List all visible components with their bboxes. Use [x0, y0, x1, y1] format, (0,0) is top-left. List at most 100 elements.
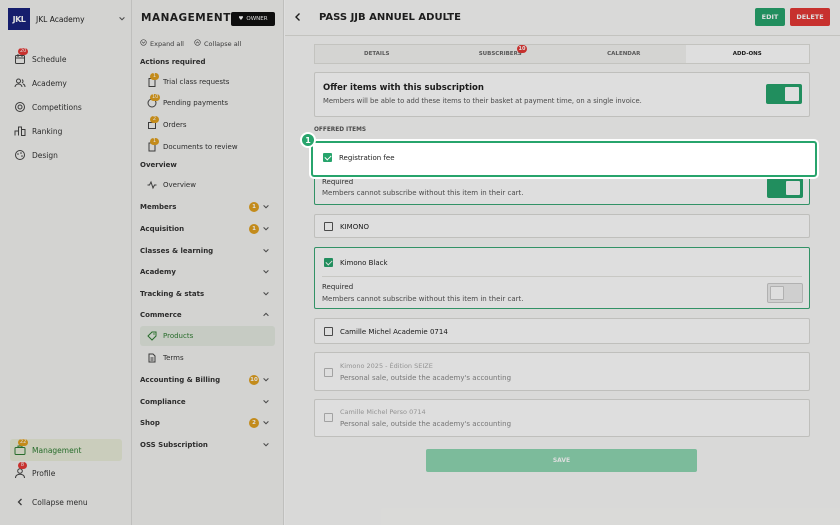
- sidebar-item-label: Schedule: [32, 54, 67, 64]
- sidebar-item-design[interactable]: Design: [14, 149, 58, 161]
- chevron-down-icon: [262, 376, 270, 386]
- badge: 1: [150, 138, 159, 145]
- badge: 2: [150, 116, 159, 123]
- sidebar-item-profile[interactable]: 8 Profile: [14, 462, 55, 479]
- palette-icon: [14, 149, 26, 161]
- item-label: Registration fee: [339, 154, 395, 162]
- section-shop[interactable]: Shop 2: [140, 418, 270, 428]
- sidebar-item-management[interactable]: 22 Management: [10, 439, 122, 461]
- owner-label: OWNER: [246, 16, 268, 22]
- calendar-icon: 20: [14, 48, 29, 65]
- action-pending-payments[interactable]: 10 Pending payments: [147, 94, 228, 108]
- action-trial-class-requests[interactable]: 1 Trial class requests: [147, 73, 229, 87]
- box-icon: 2: [147, 116, 159, 130]
- expand-all-label: Expand all: [150, 39, 184, 48]
- chevron-down-icon: [262, 203, 270, 213]
- tab-subscribers[interactable]: SUBSCRIBERS 10: [439, 45, 563, 63]
- subscribers-badge: 10: [516, 45, 528, 53]
- page-header: PASS JJB ANNUEL ADULTE EDIT DELETE: [285, 0, 840, 36]
- chevron-up-icon: [262, 311, 270, 321]
- section-members[interactable]: Members 1: [140, 202, 270, 213]
- section-commerce[interactable]: Commerce: [140, 311, 270, 319]
- section-label: Classes & learning: [140, 247, 214, 255]
- action-orders[interactable]: 2 Orders: [147, 116, 187, 130]
- chevron-down-icon: [262, 398, 270, 408]
- management-title: MANAGEMENT: [141, 12, 231, 24]
- section-classes-learning[interactable]: Classes & learning: [140, 247, 270, 255]
- highlighted-item-registration-fee[interactable]: Registration fee: [311, 141, 817, 177]
- action-label: Documents to review: [163, 143, 238, 151]
- academy-name: JKL Academy: [36, 14, 85, 24]
- main-content: PASS JJB ANNUEL ADULTE EDIT DELETE DETAI…: [285, 0, 840, 525]
- required-label: Required: [322, 283, 354, 291]
- kimono-black-required-toggle[interactable]: [767, 283, 803, 303]
- collapse-menu-button[interactable]: Collapse menu: [14, 496, 88, 508]
- tab-label: ADD-ONS: [732, 51, 762, 57]
- expand-all-button[interactable]: Expand all: [140, 39, 184, 48]
- section-badge: 10: [249, 375, 259, 385]
- chevron-down-icon: [262, 225, 270, 235]
- academy-switcher[interactable]: JKL JKL Academy: [8, 8, 126, 30]
- required-description: Members cannot subscribe without this it…: [322, 189, 524, 197]
- item-camille-michel-perso: Camille Michel Perso 0714 Personal sale,…: [314, 399, 810, 437]
- action-documents-to-review[interactable]: 1 Documents to review: [147, 138, 238, 152]
- collapse-menu-label: Collapse menu: [32, 497, 88, 507]
- tab-details[interactable]: DETAILS: [315, 45, 439, 63]
- section-label: OSS Subscription: [140, 441, 208, 449]
- section-label: Tracking & stats: [140, 290, 205, 298]
- tag-icon: [147, 331, 157, 341]
- item-label: Kimono Black: [340, 259, 388, 267]
- item-label: Kimono 2025 - Édition SEIZE: [340, 362, 433, 370]
- coins-icon: 10: [147, 94, 161, 108]
- sidebar-item-competitions[interactable]: Competitions: [14, 101, 82, 113]
- schedule-badge: 20: [18, 48, 29, 55]
- clipboard-icon: 1: [147, 73, 159, 87]
- tab-add-ons[interactable]: ADD-ONS: [685, 45, 809, 63]
- section-accounting-billing[interactable]: Accounting & Billing 10: [140, 375, 270, 386]
- podium-icon: [14, 125, 26, 137]
- section-oss-subscription[interactable]: OSS Subscription: [140, 441, 270, 449]
- users-icon: [14, 77, 26, 89]
- camille-michel-perso-checkbox[interactable]: [324, 413, 333, 422]
- chevron-down-icon: [262, 268, 270, 278]
- sidebar-item-schedule[interactable]: 20 Schedule: [14, 48, 67, 65]
- commerce-item-products[interactable]: Products: [147, 331, 193, 341]
- section-acquisition[interactable]: Acquisition 1: [140, 224, 270, 235]
- tab-label: SUBSCRIBERS: [478, 51, 522, 57]
- medal-icon: [14, 101, 26, 113]
- overview-heading: Overview: [140, 161, 177, 169]
- back-arrow-icon[interactable]: [293, 12, 303, 24]
- action-label: Orders: [163, 121, 187, 129]
- commerce-item-terms[interactable]: Terms: [147, 353, 184, 363]
- offer-items-toggle[interactable]: [766, 84, 802, 104]
- overview-item[interactable]: Overview: [147, 180, 196, 190]
- save-button[interactable]: SAVE: [426, 449, 697, 472]
- delete-button[interactable]: DELETE: [790, 8, 830, 26]
- offer-description: Members will be able to add these items …: [323, 97, 642, 105]
- section-tracking-stats[interactable]: Tracking & stats: [140, 290, 270, 298]
- tab-label: CALENDAR: [607, 51, 641, 57]
- kimono-2025-checkbox[interactable]: [324, 368, 333, 377]
- management-sidebar: MANAGEMENT ♥ OWNER Expand all Collapse al…: [132, 0, 284, 525]
- section-compliance[interactable]: Compliance: [140, 398, 270, 406]
- camille-michel-academie-checkbox[interactable]: [324, 327, 333, 336]
- section-academy[interactable]: Academy: [140, 268, 270, 276]
- management-badge: 22: [18, 439, 29, 446]
- kimono-checkbox[interactable]: [324, 222, 333, 231]
- collapse-all-button[interactable]: Collapse all: [194, 39, 241, 48]
- sidebar-item-academy[interactable]: Academy: [14, 77, 67, 89]
- edit-button[interactable]: EDIT: [755, 8, 785, 26]
- tab-calendar[interactable]: CALENDAR: [562, 45, 686, 63]
- registration-fee-checkbox[interactable]: [323, 153, 332, 162]
- section-label: Compliance: [140, 398, 186, 406]
- sidebar-item-ranking[interactable]: Ranking: [14, 125, 62, 137]
- registration-fee-required-toggle[interactable]: [767, 178, 803, 198]
- badge: 1: [150, 73, 159, 80]
- item-kimono: KIMONO: [314, 214, 810, 238]
- actions-required-heading: Actions required: [140, 58, 206, 66]
- section-badge: 2: [249, 418, 259, 428]
- section-label: Acquisition: [140, 225, 185, 233]
- page-title: PASS JJB ANNUEL ADULTE: [319, 12, 461, 23]
- kimono-black-checkbox[interactable]: [324, 258, 333, 267]
- briefcase-icon: 22: [14, 439, 29, 456]
